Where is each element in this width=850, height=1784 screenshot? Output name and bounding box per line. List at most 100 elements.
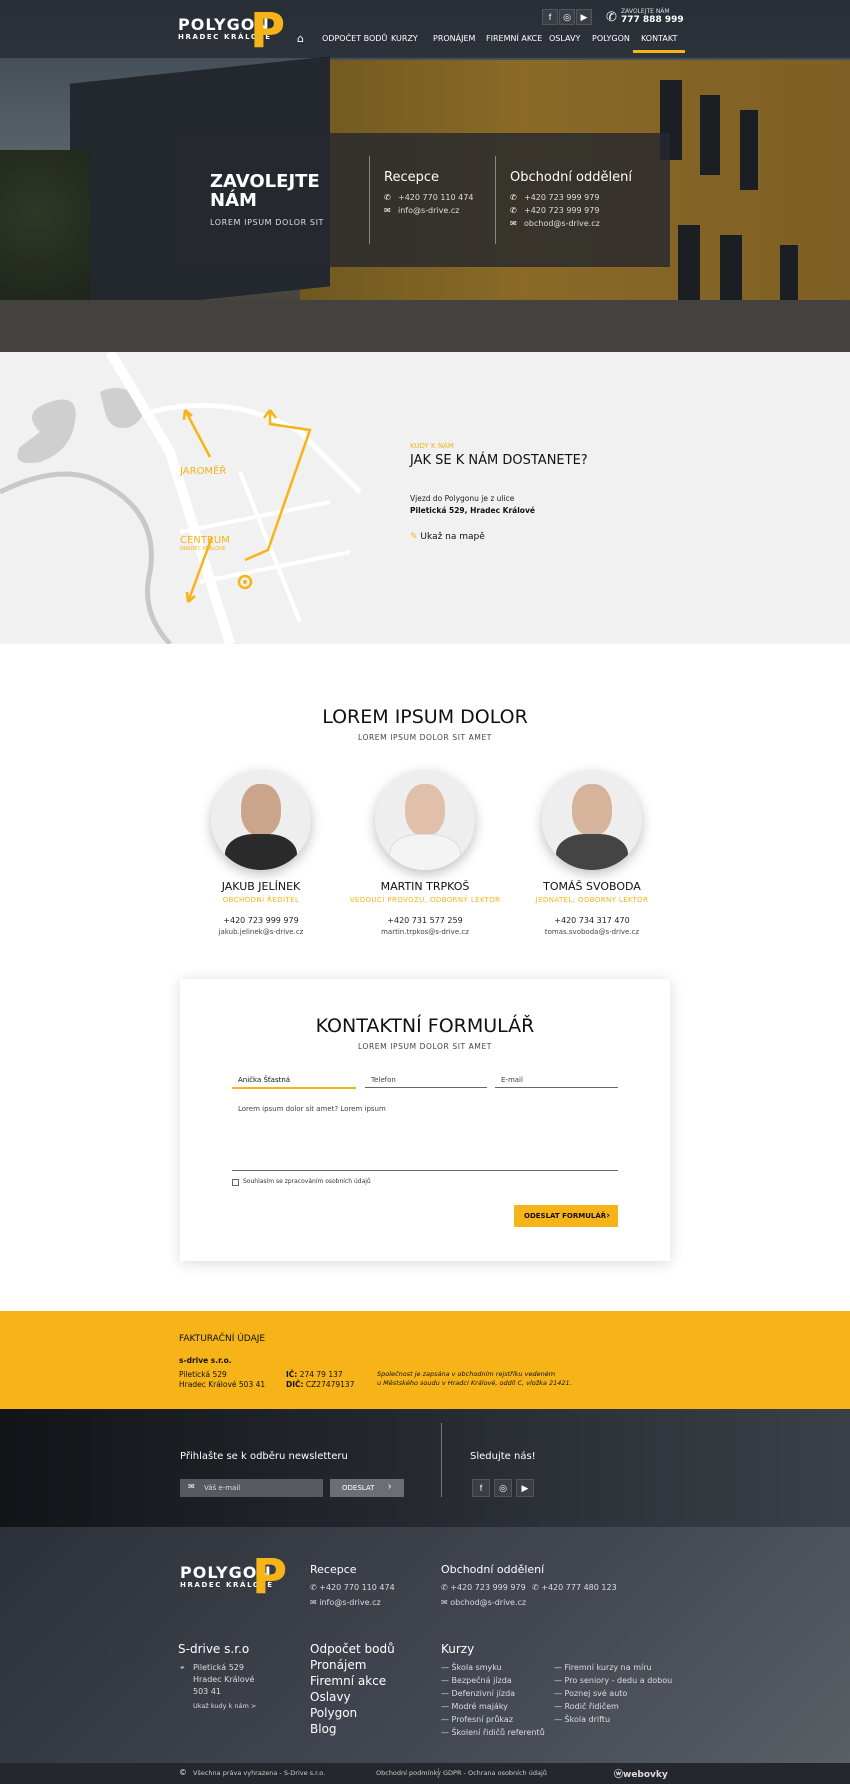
newsletter-placeholder: Váš e-mail [204,1484,241,1492]
bottom-bar: © Všechna práva vyhrazena - S-Drive s.r.… [0,1763,850,1784]
footer-sales-email[interactable]: obchod@s-drive.cz [450,1598,526,1607]
hero-subtitle: LOREM IPSUM DOLOR SIT [210,218,325,227]
agency-link[interactable]: ⓦwebovky [614,1767,668,1780]
copyright-icon: © [180,1768,186,1777]
hero-divider [495,156,496,244]
footer-reception-email[interactable]: info@s-drive.cz [319,1598,380,1607]
phone-field[interactable]: Telefon [365,1076,487,1088]
member-email[interactable]: jakub.jelinek@s-drive.cz [171,928,351,936]
member-role: VEDOUCÍ PROVOZU, ODBORNÝ LEKTOR [349,896,501,904]
course-link[interactable]: Defenzivní jízda [452,1689,516,1698]
nav-kontakt[interactable]: KONTAKT [632,34,686,53]
course-link[interactable]: Modré majáky [452,1702,508,1711]
nav-polygon[interactable]: POLYGON [592,34,630,43]
gdpr-link[interactable]: GDPR - Ochrana osobních údajů [443,1769,547,1777]
bottom-divider [438,1768,439,1778]
sales-phone-2[interactable]: +420 723 999 979 [524,206,599,215]
youtube-icon[interactable]: ▶ [516,1479,534,1497]
logo[interactable]: POLYGON HRADEC KRÁLOVÉ P [178,7,285,55]
dic-label: DIČ: [286,1380,304,1389]
footer-menu-item[interactable]: Oslavy [310,1690,351,1704]
footer-address-1: Piletická 529 [193,1663,244,1672]
billing-heading: FAKTURAČNÍ ÚDAJE [179,1334,266,1344]
course-link[interactable]: Rodič řidičem [565,1702,619,1711]
member-email[interactable]: martin.trpkos@s-drive.cz [335,928,515,936]
nav-pronajem[interactable]: PRONÁJEM [433,34,475,43]
member-name: JAKUB JELÍNEK [221,880,301,893]
map-kicker: KUDY K NÁM [410,442,454,450]
footer-courses-heading: Kurzy [441,1642,475,1656]
sales-email[interactable]: obchod@s-drive.cz [524,219,600,228]
map-label-centrum: CENTRUM [180,535,230,546]
course-link[interactable]: Pro seniory - dedu a dobou [565,1676,673,1685]
call-number[interactable]: 777 888 999 [621,15,684,25]
home-icon[interactable]: ⌂ [297,32,304,45]
show-on-map-link[interactable]: ✎ Ukaž na mapě [410,532,485,542]
footer-address-3: 503 41 [193,1687,221,1696]
instagram-icon[interactable]: ◎ [494,1479,512,1497]
footer-route-link[interactable]: Ukaž kudy k nám > [193,1702,256,1710]
hero-title: ZAVOLEJTE NÁM [210,171,320,211]
billing-city: Hradec Králové 503 41 [179,1380,266,1389]
member-phone[interactable]: +420 734 317 470 [502,916,682,925]
chevron-right-icon: › [388,1481,392,1492]
member-name: TOMÁŠ SVOBODA [543,880,641,893]
logo-p-mark: P [250,3,287,59]
terms-link[interactable]: Obchodní podmínky [376,1769,441,1777]
course-link[interactable]: Poznej své auto [565,1689,628,1698]
newsletter-title: Přihlašte se k odběru newsletteru [180,1451,348,1462]
submit-form-button[interactable]: ODESLAT FORMULÁŘ › [514,1205,618,1227]
copyright-text: Všechna práva vyhrazena - S-Drive s.r.o. [193,1769,326,1777]
youtube-icon[interactable]: ▶ [576,9,592,25]
member-phone[interactable]: +420 723 999 979 [171,916,351,925]
form-title: KONTAKTNÍ FORMULÁŘ [315,1015,535,1037]
footer-logo[interactable]: POLYGON HRADEC KRÁLOVÉ P [180,1553,287,1601]
course-link[interactable]: Bezpečná jízda [452,1676,512,1685]
footer-sales-phone-1[interactable]: +420 723 999 979 [450,1583,525,1592]
newsletter-divider [441,1423,442,1497]
course-link[interactable]: Firemní kurzy na míru [565,1663,652,1672]
nav-kurzy[interactable]: KURZY [391,34,418,43]
team-member: JAKUB JELÍNEK OBCHODNÍ ŘEDITEL +420 723 … [171,770,351,936]
footer-menu-item[interactable]: Polygon [310,1706,357,1720]
logo-p-mark: P [252,1549,289,1605]
name-field[interactable]: Anička Šťastná [232,1076,356,1089]
nav-oslavy[interactable]: OSLAVY [549,34,580,43]
instagram-icon[interactable]: ◎ [559,9,575,25]
facebook-icon[interactable]: f [542,9,558,25]
footer-menu-item[interactable]: Odpočet bodů [310,1642,395,1656]
course-link[interactable]: Škola driftu [565,1715,610,1724]
member-phone[interactable]: +420 731 577 259 [335,916,515,925]
member-email[interactable]: tomas.svoboda@s-drive.cz [502,928,682,936]
footer-reception-heading: Recepce [310,1563,357,1576]
message-field[interactable]: Lorem ipsum dolor sit amet? Lorem ipsum [232,1105,618,1171]
nav-firemni-akce[interactable]: FIREMNÍ AKCE [486,34,542,43]
email-field[interactable]: E-mail [495,1076,618,1088]
map-address: Piletická 529, Hradec Králové [410,506,535,515]
footer-sales-phone-2[interactable]: +420 777 480 123 [541,1583,616,1592]
submit-form-label: ODESLAT FORMULÁŘ [524,1212,607,1220]
reception-phone[interactable]: +420 770 110 474 [398,193,473,202]
sales-phone-1[interactable]: +420 723 999 979 [524,193,599,202]
course-link[interactable]: Škola smyku [452,1663,502,1672]
form-subtitle: LOREM IPSUM DOLOR SIT AMET [357,1042,492,1051]
footer-menu-item[interactable]: Firemní akce [310,1674,386,1688]
location-pin-dot [243,580,247,584]
billing-dic: CZ27479137 [305,1380,355,1389]
footer-menu-item[interactable]: Pronájem [310,1658,366,1672]
nav-odpocet[interactable]: ODPOČET BODŮ [322,34,387,43]
consent-label: Souhlasím se zpracováním osobních údajů [243,1178,371,1185]
consent-checkbox[interactable] [232,1179,239,1186]
newsletter-submit-button[interactable]: ODESLAT › [330,1479,404,1497]
newsletter-email-input[interactable]: ✉ Váš e-mail [180,1479,323,1497]
reception-email[interactable]: info@s-drive.cz [398,206,459,215]
phone-icon: ✆ [384,193,391,202]
facebook-icon[interactable]: f [472,1479,490,1497]
reception-heading: Recepce [384,170,439,185]
course-link[interactable]: Školení řidičů referentů [452,1728,545,1737]
jaromer-arrow-icon [182,409,212,458]
course-link[interactable]: Profesní průkaz [452,1715,513,1724]
billing-ic: 274 79 137 [299,1370,343,1379]
footer-menu-item[interactable]: Blog [310,1722,337,1736]
footer-reception-phone[interactable]: +420 770 110 474 [319,1583,394,1592]
